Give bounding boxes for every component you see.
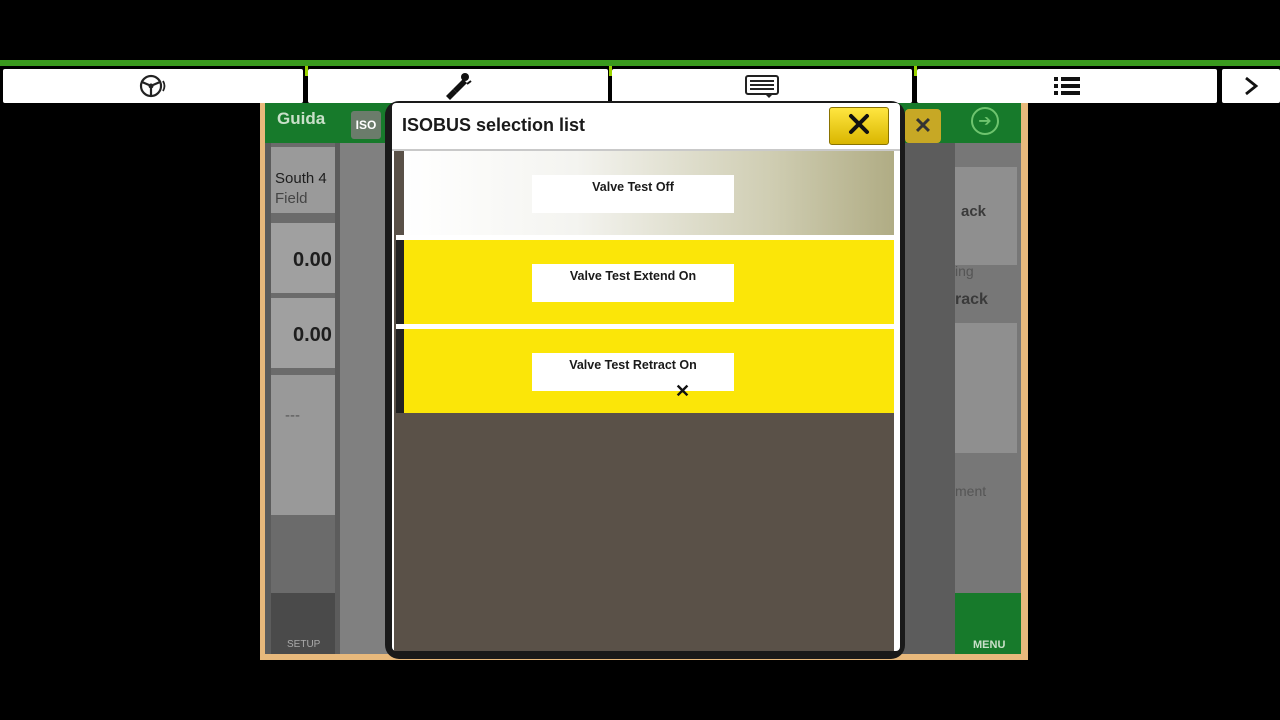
close-button[interactable] [829,107,889,145]
list-icon [1053,75,1081,97]
close-icon [848,113,870,140]
isobus-selection-dialog: ISOBUS selection list Valve Test Off Val… [392,103,900,651]
guidance-shortcut-button[interactable] [3,69,303,103]
iso-badge: ISO [351,111,381,139]
implement-shortcut-button[interactable] [305,66,608,103]
next-value: --- [285,407,300,424]
selection-marker [396,329,404,413]
right-info-panel: ack ing rack ment [955,143,1021,654]
forward-arrow-icon: ➔ [971,107,999,135]
location-line1: South 4 [275,170,327,187]
right-label-1: ack [961,203,987,220]
monitor-shortcut-button[interactable] [609,66,912,103]
shortcut-bar [0,66,1280,103]
list-item[interactable]: Valve Test Off [404,151,894,235]
background-close-icon: ✕ [905,109,941,143]
pointer-cursor-icon: ✕ [675,381,691,401]
active-indicator [305,66,308,76]
active-indicator [609,66,612,76]
location-line2: Field [275,190,308,207]
left-info-panel: South 4 Field 0.00 0.00 --- [271,143,335,613]
selection-marker [396,240,404,324]
value-1: 0.00 [293,249,332,271]
right-label-2: ing [955,263,974,279]
menu-label: MENU [973,639,1006,651]
list-shortcut-button[interactable] [914,66,1217,103]
next-card [271,375,335,515]
more-shortcuts-button[interactable] [1222,69,1280,103]
dialog-title: ISOBUS selection list [402,115,586,135]
option-label: Valve Test Off [532,175,734,213]
right-label-4: ment [955,483,987,499]
option-label: Valve Test Retract On [532,353,734,391]
selection-list: Valve Test Off Valve Test Extend On Valv… [394,151,896,651]
value-2: 0.00 [293,324,332,346]
monitor-list-icon [745,73,779,99]
app-title: Guida [277,109,326,128]
list-item[interactable]: Valve Test Retract On [404,329,894,413]
option-label: Valve Test Extend On [532,264,734,302]
active-indicator [914,66,917,76]
steering-wheel-icon [138,73,168,99]
implement-icon [443,72,473,100]
setup-label: SETUP [287,639,321,650]
list-item[interactable]: Valve Test Extend On [404,240,894,324]
right-card-2 [955,323,1017,453]
chevron-right-icon [1241,75,1261,97]
right-label-3: rack [955,291,988,308]
